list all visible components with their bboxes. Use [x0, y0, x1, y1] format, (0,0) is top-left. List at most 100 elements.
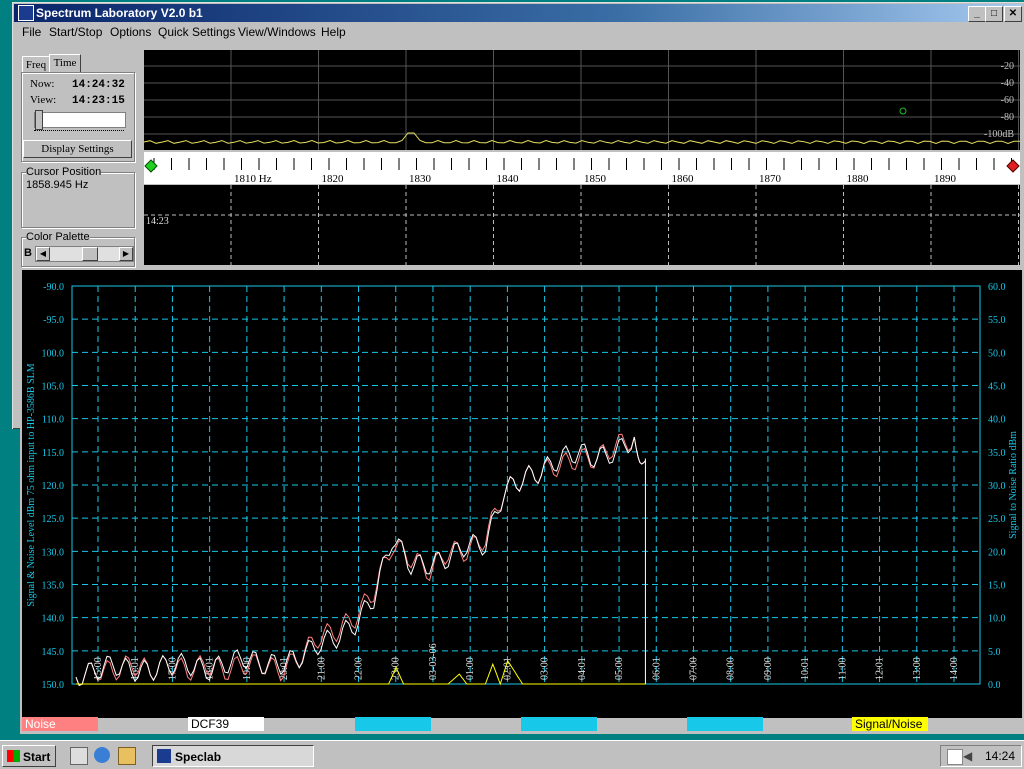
- x-tick-label: 06:01: [651, 657, 662, 680]
- now-label: Now:: [30, 78, 55, 90]
- right-tick-label: 60.0: [988, 282, 1006, 293]
- menu-view-windows[interactable]: View/Windows: [238, 25, 316, 39]
- app-icon[interactable]: [18, 5, 34, 21]
- left-tick-label: -95.0: [43, 315, 64, 326]
- start-label: Start: [23, 750, 51, 764]
- db-tick-label: -80: [1001, 112, 1014, 123]
- right-tick-label: 20.0: [988, 547, 1006, 558]
- palette-scrollbar[interactable]: ◀ ▶: [35, 246, 134, 262]
- speclab-icon: [157, 749, 171, 763]
- right-tick-label: 10.0: [988, 614, 1006, 625]
- right-tick-label: 5.0: [988, 647, 1001, 658]
- x-tick-label: 03:00: [540, 657, 551, 680]
- spectrum-trace: [143, 132, 1021, 145]
- left-tick-label: 105.0: [42, 382, 65, 393]
- slider-ticks: [34, 130, 124, 134]
- frequency-scale[interactable]: 1810 Hz 1820 1830 1840 1850 1860 1870 1880 1890: [144, 152, 1020, 185]
- title-bar[interactable]: Spectrum Laboratory V2.0 b1 _ □ ✕: [14, 4, 1022, 22]
- x-tick-label: 10:01: [800, 657, 811, 680]
- menu-file[interactable]: File: [22, 25, 41, 39]
- left-tick-label: 120.0: [42, 481, 65, 492]
- minimize-button[interactable]: _: [968, 6, 986, 22]
- left-tick-label: 100.0: [42, 348, 65, 359]
- x-tick-label: 09:00: [763, 657, 774, 680]
- close-button[interactable]: ✕: [1004, 6, 1022, 22]
- left-tick-label: 130.0: [42, 547, 65, 558]
- menu-start-stop[interactable]: Start/Stop: [49, 25, 102, 39]
- legend-slot-3[interactable]: [355, 717, 431, 731]
- legend-signal-noise[interactable]: Signal/Noise: [852, 717, 928, 731]
- scroll-thumb[interactable]: [82, 247, 98, 261]
- db-tick-label: -20: [1001, 61, 1014, 72]
- waterfall-time-label: 14:23: [146, 216, 169, 227]
- tab-freq[interactable]: Freq: [22, 56, 50, 73]
- scroll-right-arrow-icon[interactable]: ▶: [119, 247, 133, 261]
- x-tick-label: 15:00: [93, 657, 104, 680]
- tray-task-icon[interactable]: [947, 749, 963, 765]
- taskbar: Start Speclab ◀ 14:24: [0, 740, 1024, 769]
- x-tick-label: 22:00: [354, 657, 365, 680]
- maximize-button[interactable]: □: [985, 6, 1003, 22]
- frequency-scale-graph: 1810 Hz 1820 1830 1840 1850 1860 1870 1880 1890: [144, 158, 1020, 185]
- window-title: Spectrum Laboratory V2.0 b1: [36, 6, 203, 20]
- menu-options[interactable]: Options: [110, 25, 151, 39]
- start-button[interactable]: Start: [2, 745, 56, 767]
- left-tick-label: 115.0: [42, 448, 64, 459]
- plot-area[interactable]: -90.0 60.0 -95.0 55.0 100.0 50.0 105.0 45.0 110.…: [22, 270, 1022, 718]
- x-tick-label: 12:01: [875, 657, 886, 680]
- menu-quick-settings[interactable]: Quick Settings: [158, 25, 235, 39]
- x-tick-label: 07:00: [688, 657, 699, 680]
- freq-tick-label: 1860: [672, 173, 695, 184]
- menu-bar: File Start/Stop Options Quick Settings V…: [14, 23, 1022, 41]
- system-tray: ◀ 14:24: [940, 745, 1022, 767]
- db-tick-label: -100dB: [984, 129, 1014, 140]
- view-label: View:: [30, 94, 57, 106]
- speaker-icon[interactable]: ◀: [963, 749, 977, 763]
- freq-tick-label: 1890: [934, 173, 957, 184]
- slider-thumb[interactable]: [35, 110, 43, 130]
- legend-noise[interactable]: Noise: [22, 717, 98, 731]
- right-tick-label: 35.0: [988, 448, 1006, 459]
- channels-icon[interactable]: [118, 747, 136, 765]
- now-value: 14:24:32: [72, 79, 125, 91]
- menu-help[interactable]: Help: [321, 25, 346, 39]
- marker-circle: [899, 107, 907, 115]
- legend-slot-5[interactable]: [687, 717, 763, 731]
- waterfall-graph: 14:23: [144, 185, 1020, 265]
- x-tick-label: 04:01: [577, 657, 588, 680]
- cursor-title: Cursor Position: [26, 166, 102, 178]
- legend-slot-4[interactable]: [521, 717, 597, 731]
- right-tick-label: 25.0: [988, 514, 1006, 525]
- browser-icon[interactable]: [94, 747, 110, 763]
- clock: 14:24: [985, 749, 1016, 763]
- left-tick-label: 125.0: [42, 514, 65, 525]
- tab-time[interactable]: Time: [49, 54, 81, 73]
- left-tick-label: 140.0: [42, 614, 65, 625]
- view-value: 14:23:15: [72, 95, 125, 107]
- desktop-icon[interactable]: [70, 747, 88, 765]
- left-tick-label: -90.0: [43, 282, 64, 293]
- right-tick-label: 55.0: [988, 315, 1006, 326]
- freq-tick-label: 1810 Hz: [234, 173, 272, 184]
- signal-noise-chart: -90.0 60.0 -95.0 55.0 100.0 50.0 105.0 45.0 110.…: [26, 282, 1019, 691]
- legend-dcf39[interactable]: DCF39: [188, 717, 264, 731]
- x-tick-label: 13:00: [912, 657, 923, 680]
- freq-tick-label: 1830: [409, 173, 432, 184]
- x-tick-label: 11:00: [837, 658, 848, 680]
- palette-b-label: B: [24, 247, 32, 259]
- left-tick-label: 135.0: [42, 581, 65, 592]
- freq-tick-label: 1870: [759, 173, 782, 184]
- waterfall-display[interactable]: 14:23: [144, 185, 1020, 265]
- time-slider[interactable]: [34, 110, 126, 130]
- task-speclab[interactable]: Speclab: [152, 745, 314, 767]
- x-tick-label: 01:00: [465, 657, 476, 680]
- right-tick-label: 50.0: [988, 348, 1006, 359]
- x-tick-label: 21:00: [316, 657, 327, 680]
- scroll-left-arrow-icon[interactable]: ◀: [36, 247, 50, 261]
- display-settings-button[interactable]: Display Settings: [23, 140, 132, 158]
- cursor-value: 1858.945 Hz: [26, 179, 89, 191]
- spectrum-display[interactable]: -20 -40 -60 -80 -100dB: [143, 50, 1021, 152]
- right-tick-label: 0.0: [988, 680, 1001, 691]
- freq-tick-label: 1840: [497, 173, 520, 184]
- freq-tick-label: 1880: [847, 173, 870, 184]
